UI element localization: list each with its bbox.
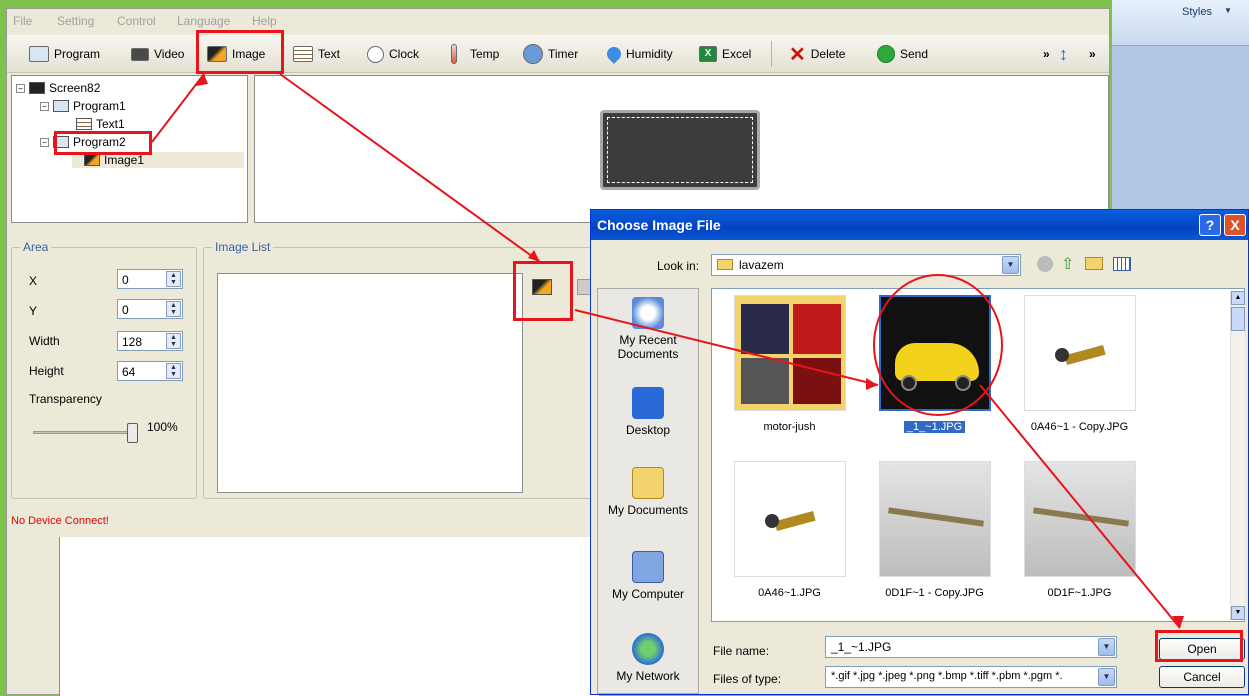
arrowhead [528, 250, 540, 262]
arrow-add-to-car [574, 309, 879, 386]
annotation-arrows [151, 73, 1184, 629]
arrowhead [866, 378, 878, 390]
arrow-car-to-open [979, 384, 1181, 629]
highlight-car-ellipse [873, 274, 1003, 416]
arrow-program2-to-image [151, 73, 205, 143]
arrow-image-to-add [279, 73, 541, 263]
